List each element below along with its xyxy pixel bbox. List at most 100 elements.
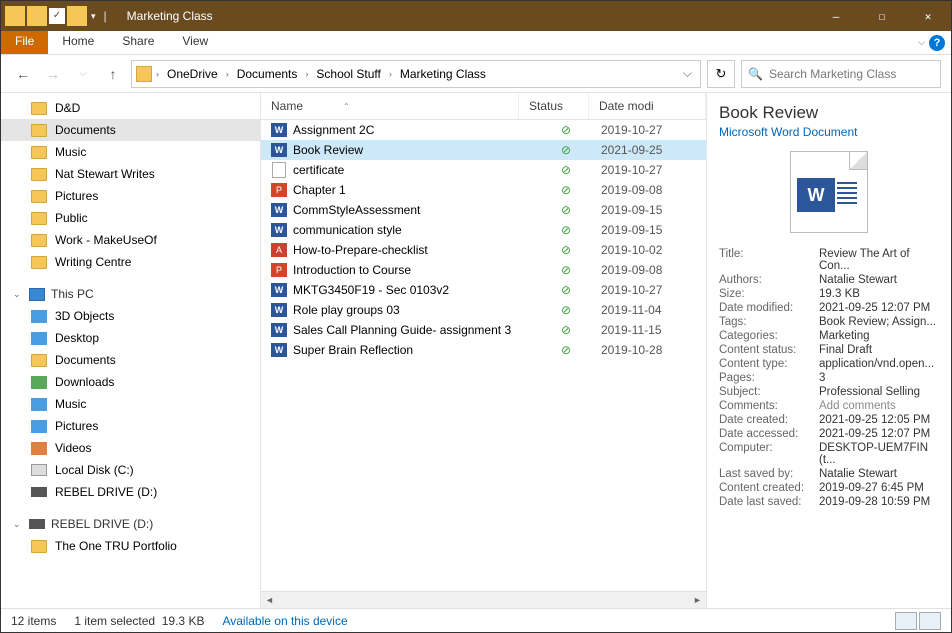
sidebar-group-this-pc[interactable]: ⌄This PC	[1, 283, 260, 305]
file-row[interactable]: PIntroduction to Course⊘2019-09-08	[261, 260, 706, 280]
file-row[interactable]: WBook Review⊘2021-09-25	[261, 140, 706, 160]
sidebar-item[interactable]: Downloads	[1, 371, 260, 393]
file-row[interactable]: AHow-to-Prepare-checklist⊘2019-10-02	[261, 240, 706, 260]
sidebar-item[interactable]: Music	[1, 141, 260, 163]
sidebar-group-rebel-drive[interactable]: ⌄REBEL DRIVE (D:)	[1, 513, 260, 535]
folder-icon[interactable]	[27, 6, 47, 26]
sidebar-item[interactable]: Pictures	[1, 415, 260, 437]
sidebar-item[interactable]: Work - MakeUseOf	[1, 229, 260, 251]
ribbon-collapse-icon[interactable]: ⌵	[918, 37, 925, 48]
sidebar-item-label: Music	[55, 397, 86, 411]
help-icon[interactable]: ?	[929, 35, 945, 51]
scroll-right-icon[interactable]: ►	[689, 595, 706, 605]
folder-icon	[136, 66, 152, 82]
tab-home[interactable]: Home	[48, 31, 108, 54]
file-date: 2019-09-08	[601, 263, 706, 277]
sidebar-item[interactable]: Desktop	[1, 327, 260, 349]
scroll-left-icon[interactable]: ◄	[261, 595, 278, 605]
property-value: 2021-09-25 12:07 PM	[819, 301, 939, 315]
folder-icon	[31, 190, 47, 203]
sidebar-item[interactable]: Pictures	[1, 185, 260, 207]
folder-icon	[31, 124, 47, 137]
expand-icon[interactable]: ⌄	[13, 289, 23, 300]
chevron-right-icon[interactable]: ›	[224, 69, 231, 79]
chevron-right-icon[interactable]: ›	[303, 69, 310, 79]
column-header-name[interactable]: Name⌃	[261, 93, 519, 119]
expand-icon[interactable]: ⌄	[13, 519, 23, 530]
sidebar-item[interactable]: 3D Objects	[1, 305, 260, 327]
details-view-icon[interactable]	[895, 612, 917, 630]
window-controls: — ☐ ✕	[813, 1, 951, 31]
sidebar-item[interactable]: Public	[1, 207, 260, 229]
status-availability[interactable]: Available on this device	[222, 614, 347, 628]
file-row[interactable]: WAssignment 2C⊘2019-10-27	[261, 120, 706, 140]
column-header-date[interactable]: Date modi	[589, 93, 706, 119]
sidebar-item[interactable]: Documents	[1, 349, 260, 371]
sidebar-item[interactable]: D&D	[1, 97, 260, 119]
file-row[interactable]: WSuper Brain Reflection⊘2019-10-28	[261, 340, 706, 360]
file-row[interactable]: certificate⊘2019-10-27	[261, 160, 706, 180]
back-button[interactable]: ←	[11, 62, 35, 86]
sidebar-item[interactable]: Music	[1, 393, 260, 415]
sync-status-icon: ⊘	[531, 223, 601, 237]
property-key: Authors:	[719, 273, 819, 287]
property-value: Marketing	[819, 329, 939, 343]
file-name: Assignment 2C	[293, 123, 531, 137]
chevron-right-icon[interactable]: ›	[154, 69, 161, 79]
file-row[interactable]: PChapter 1⊘2019-09-08	[261, 180, 706, 200]
folder-icon[interactable]	[5, 6, 25, 26]
sidebar-item[interactable]: The One TRU Portfolio	[1, 535, 260, 557]
chevron-right-icon[interactable]: ›	[387, 69, 394, 79]
file-row[interactable]: WRole play groups 03⊘2019-11-04	[261, 300, 706, 320]
maximize-button[interactable]: ☐	[859, 1, 905, 31]
property-row: Subject:Professional Selling	[719, 385, 939, 399]
sidebar-item-label: Local Disk (C:)	[55, 463, 134, 477]
file-name: Introduction to Course	[293, 263, 531, 277]
chevron-down-icon[interactable]: ▾	[89, 11, 98, 22]
minimize-button[interactable]: —	[813, 1, 859, 31]
refresh-button[interactable]: ↻	[707, 60, 735, 88]
file-list-pane: Name⌃ Status Date modi WAssignment 2C⊘20…	[261, 93, 707, 608]
breadcrumb[interactable]: Documents	[233, 65, 302, 83]
property-value[interactable]: Add comments	[819, 399, 939, 413]
sidebar-item[interactable]: Local Disk (C:)	[1, 459, 260, 481]
tab-view[interactable]: View	[168, 31, 222, 54]
horizontal-scrollbar[interactable]: ◄ ►	[261, 591, 706, 608]
address-dropdown-icon[interactable]: ⌵	[679, 62, 696, 85]
sidebar-item-label: Downloads	[55, 375, 114, 389]
address-bar[interactable]: › OneDrive › Documents › School Stuff › …	[131, 60, 701, 88]
up-button[interactable]: ↑	[101, 62, 125, 86]
sidebar-item[interactable]: Videos	[1, 437, 260, 459]
large-icons-view-icon[interactable]	[919, 612, 941, 630]
property-row: Size:19.3 KB	[719, 287, 939, 301]
navigation-pane[interactable]: D&DDocumentsMusicNat Stewart WritesPictu…	[1, 93, 261, 608]
recent-locations-icon[interactable]: ⌵	[71, 62, 95, 86]
details-filetype: Microsoft Word Document	[719, 125, 939, 139]
sync-status-icon: ⊘	[531, 323, 601, 337]
file-name: MKTG3450F19 - Sec 0103v2	[293, 283, 531, 297]
sidebar-item[interactable]: Nat Stewart Writes	[1, 163, 260, 185]
search-input[interactable]: 🔍 Search Marketing Class	[741, 60, 941, 88]
file-row[interactable]: WSales Call Planning Guide- assignment 3…	[261, 320, 706, 340]
file-row[interactable]: WCommStyleAssessment⊘2019-09-15	[261, 200, 706, 220]
column-header-status[interactable]: Status	[519, 93, 589, 119]
file-date: 2021-09-25	[601, 143, 706, 157]
file-name: Role play groups 03	[293, 303, 531, 317]
file-row[interactable]: WMKTG3450F19 - Sec 0103v2⊘2019-10-27	[261, 280, 706, 300]
breadcrumb[interactable]: OneDrive	[163, 65, 222, 83]
sidebar-item[interactable]: REBEL DRIVE (D:)	[1, 481, 260, 503]
file-row[interactable]: Wcommunication style⊘2019-09-15	[261, 220, 706, 240]
tab-file[interactable]: File	[1, 31, 48, 54]
sidebar-item[interactable]: Documents	[1, 119, 260, 141]
properties-icon[interactable]: ✓	[49, 8, 65, 24]
file-list[interactable]: WAssignment 2C⊘2019-10-27WBook Review⊘20…	[261, 120, 706, 591]
tab-share[interactable]: Share	[108, 31, 168, 54]
forward-button[interactable]: →	[41, 62, 65, 86]
breadcrumb[interactable]: Marketing Class	[396, 65, 490, 83]
breadcrumb[interactable]: School Stuff	[312, 65, 385, 83]
word-icon: W	[271, 283, 287, 297]
sidebar-item[interactable]: Writing Centre	[1, 251, 260, 273]
close-button[interactable]: ✕	[905, 1, 951, 31]
sidebar-item-label: Pictures	[55, 419, 98, 433]
folder-icon[interactable]	[67, 6, 87, 26]
